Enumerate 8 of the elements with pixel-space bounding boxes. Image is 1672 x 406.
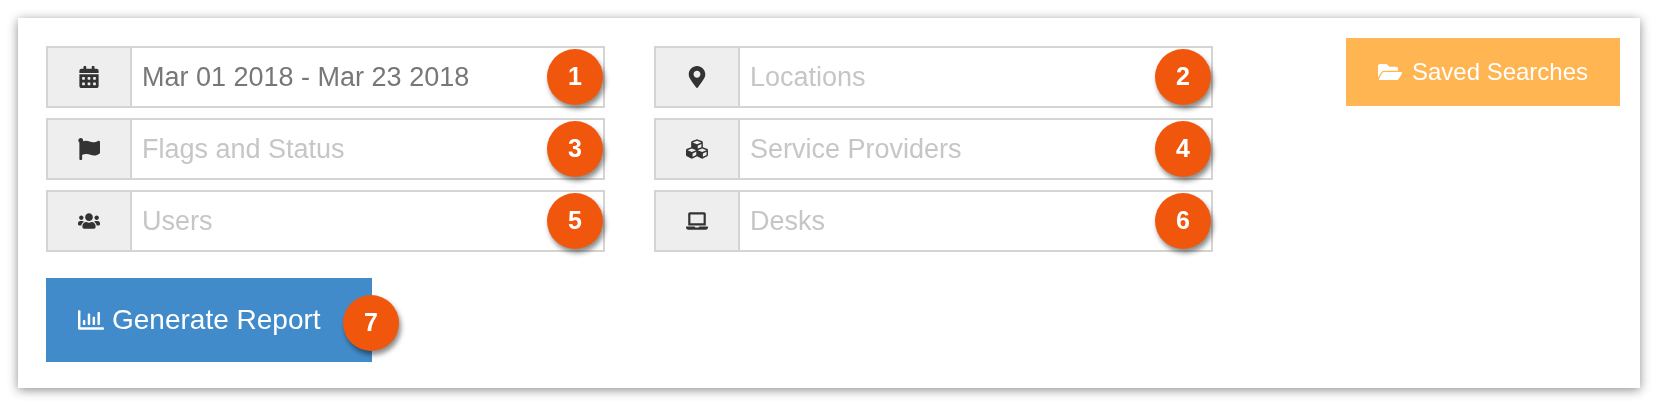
laptop-icon: [686, 210, 708, 232]
calendar-icon: [78, 66, 100, 88]
users-icon: [78, 210, 100, 232]
number-badge: 7: [343, 295, 399, 351]
cubes-icon: [686, 138, 708, 160]
map-pin-icon: [686, 66, 708, 88]
bar-chart-icon: [78, 307, 104, 333]
flag-icon: [78, 138, 100, 160]
